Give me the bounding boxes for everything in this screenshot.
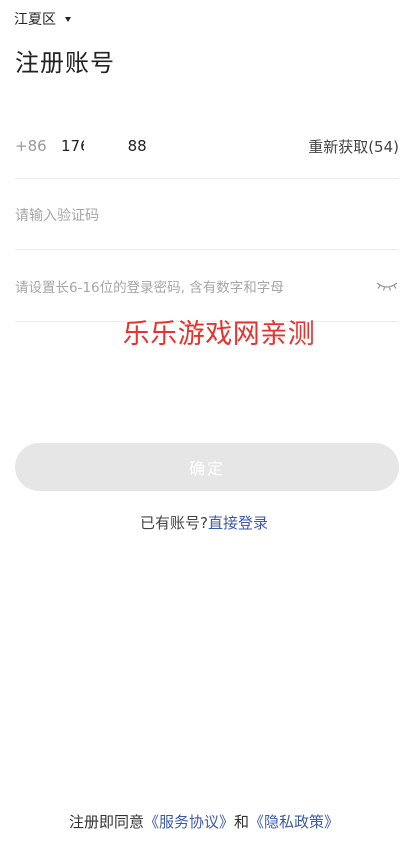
watermark-text: 乐乐游戏网亲测 (122, 319, 316, 350)
page-title: 注册账号 (15, 49, 115, 77)
phone-row: +86 176 88 重新获取(54) (15, 114, 399, 179)
agreement-line: 注册即同意《服务协议》和《隐私政策》 (0, 811, 408, 832)
login-prompt-text: 已有账号? (140, 514, 208, 532)
resend-code-button[interactable]: 重新获取(54) (308, 136, 399, 157)
phone-number-mask (83, 135, 134, 157)
service-agreement-link[interactable]: 《服务协议》 (144, 813, 234, 831)
direct-login-link[interactable]: 直接登录 (208, 514, 268, 532)
region-label: 江夏区 (14, 12, 56, 28)
password-placeholder: 请设置长6-16位的登录密码, 含有数字和字母 (15, 280, 284, 296)
caret-down-icon (65, 16, 71, 22)
region-selector[interactable]: 江夏区 (14, 9, 71, 29)
eye-closed-icon[interactable] (375, 279, 399, 293)
confirm-button[interactable]: 确定 (15, 443, 399, 491)
agreement-and: 和 (234, 813, 250, 831)
phone-number-end: 88 (127, 137, 147, 155)
phone-input[interactable]: 176 88 (61, 135, 147, 157)
login-prompt: 已有账号?直接登录 (0, 512, 408, 533)
privacy-policy-link[interactable]: 《隐私政策》 (249, 813, 339, 831)
agreement-prefix: 注册即同意 (68, 813, 144, 831)
verification-code-input[interactable]: 请输入验证码 (15, 180, 399, 250)
verification-code-placeholder: 请输入验证码 (15, 207, 99, 224)
country-code[interactable]: +86 (15, 137, 61, 155)
